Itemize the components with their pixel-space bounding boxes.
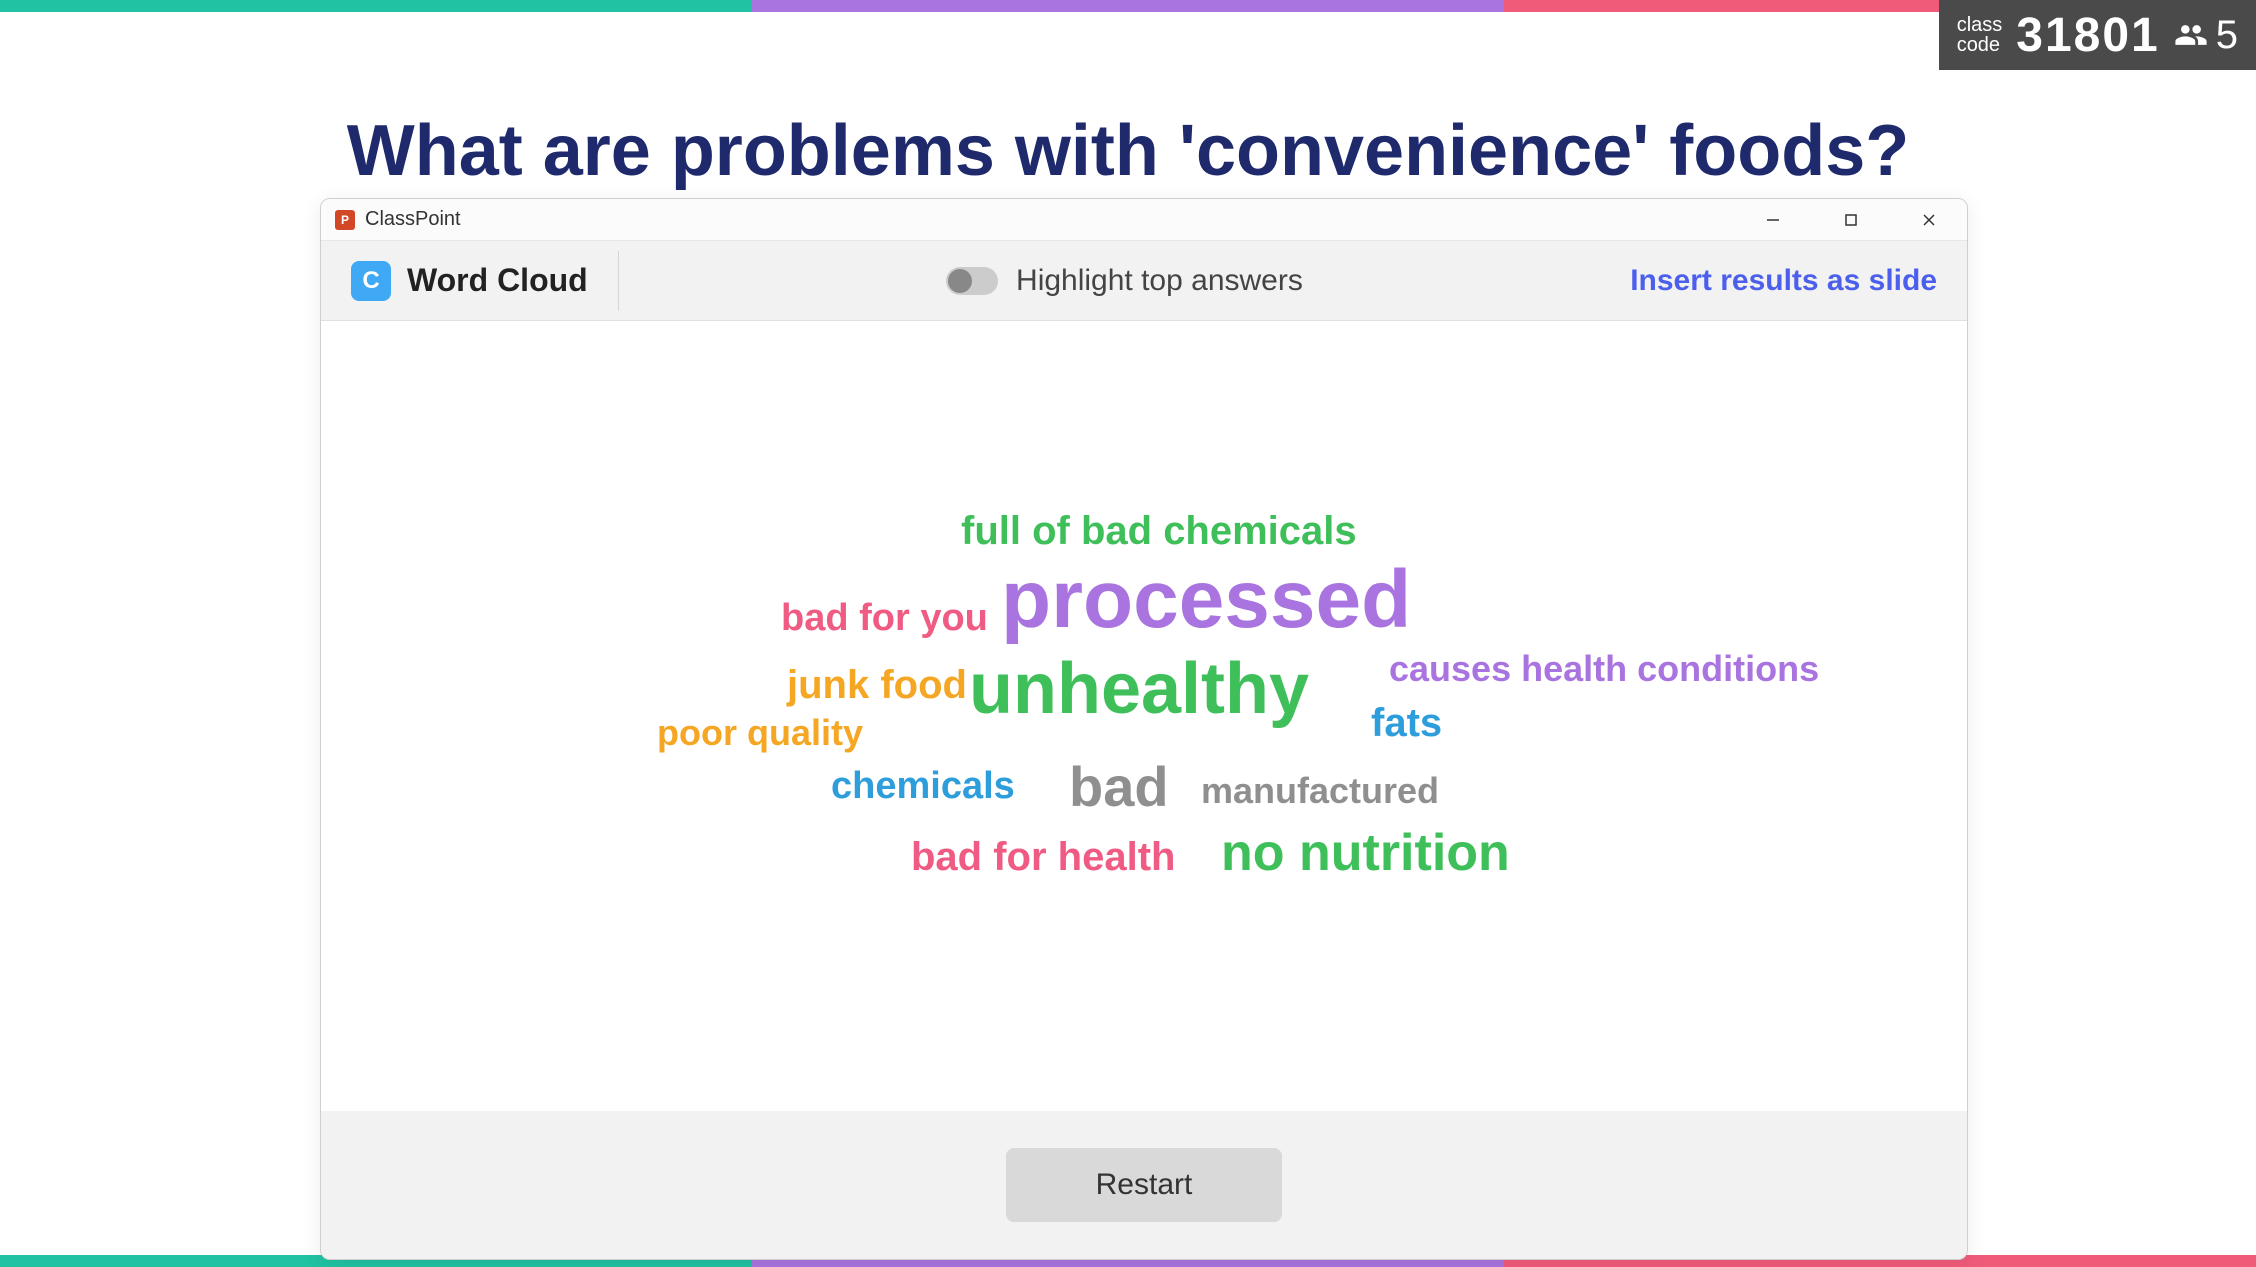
- powerpoint-icon: P: [335, 210, 355, 230]
- feature-title: Word Cloud: [407, 262, 588, 299]
- close-button[interactable]: [1895, 199, 1963, 241]
- word-cloud-word[interactable]: bad for you: [781, 599, 988, 637]
- word-cloud-word[interactable]: processed: [1001, 559, 1411, 641]
- maximize-icon: [1843, 212, 1859, 228]
- highlight-toggle-label: Highlight top answers: [1016, 264, 1303, 298]
- minimize-icon: [1765, 212, 1781, 228]
- class-code-label: class code: [1957, 15, 2003, 55]
- top-color-strip: [0, 0, 2256, 12]
- word-cloud-word[interactable]: manufactured: [1201, 773, 1439, 809]
- word-cloud-word[interactable]: causes health conditions: [1389, 651, 1819, 687]
- app-name: ClassPoint: [365, 208, 461, 231]
- people-icon: [2174, 18, 2208, 52]
- word-cloud-word[interactable]: bad for health: [911, 837, 1175, 877]
- word-cloud-word[interactable]: poor quality: [657, 715, 863, 751]
- minimize-button[interactable]: [1739, 199, 1807, 241]
- class-code-badge[interactable]: class code 31801 5: [1939, 0, 2256, 70]
- word-cloud-canvas: full of bad chemicals bad for you processe…: [321, 321, 1967, 1111]
- word-cloud-word[interactable]: unhealthy: [969, 653, 1309, 725]
- titlebar: P ClassPoint: [321, 199, 1967, 241]
- highlight-toggle[interactable]: [946, 267, 998, 295]
- slide-title: What are problems with 'convenience' foo…: [0, 110, 2256, 192]
- word-cloud-word[interactable]: no nutrition: [1221, 827, 1510, 879]
- toolbar: C Word Cloud Highlight top answers Inser…: [321, 241, 1967, 321]
- maximize-button[interactable]: [1817, 199, 1885, 241]
- word-cloud-popup: P ClassPoint C Word Cloud Highlight top …: [320, 198, 1968, 1260]
- word-cloud-word[interactable]: full of bad chemicals: [961, 511, 1357, 551]
- class-code-value: 31801: [2016, 8, 2159, 63]
- close-icon: [1921, 212, 1937, 228]
- bottom-bar: Restart: [321, 1111, 1967, 1259]
- word-cloud-word[interactable]: bad: [1069, 759, 1169, 815]
- restart-button[interactable]: Restart: [1006, 1148, 1283, 1222]
- word-cloud-word[interactable]: chemicals: [831, 767, 1015, 805]
- participants-count: 5: [2174, 13, 2238, 58]
- classpoint-logo-icon: C: [351, 261, 391, 301]
- word-cloud-word[interactable]: junk food: [787, 665, 967, 705]
- insert-results-link[interactable]: Insert results as slide: [1630, 264, 1937, 298]
- word-cloud-word[interactable]: fats: [1371, 703, 1442, 743]
